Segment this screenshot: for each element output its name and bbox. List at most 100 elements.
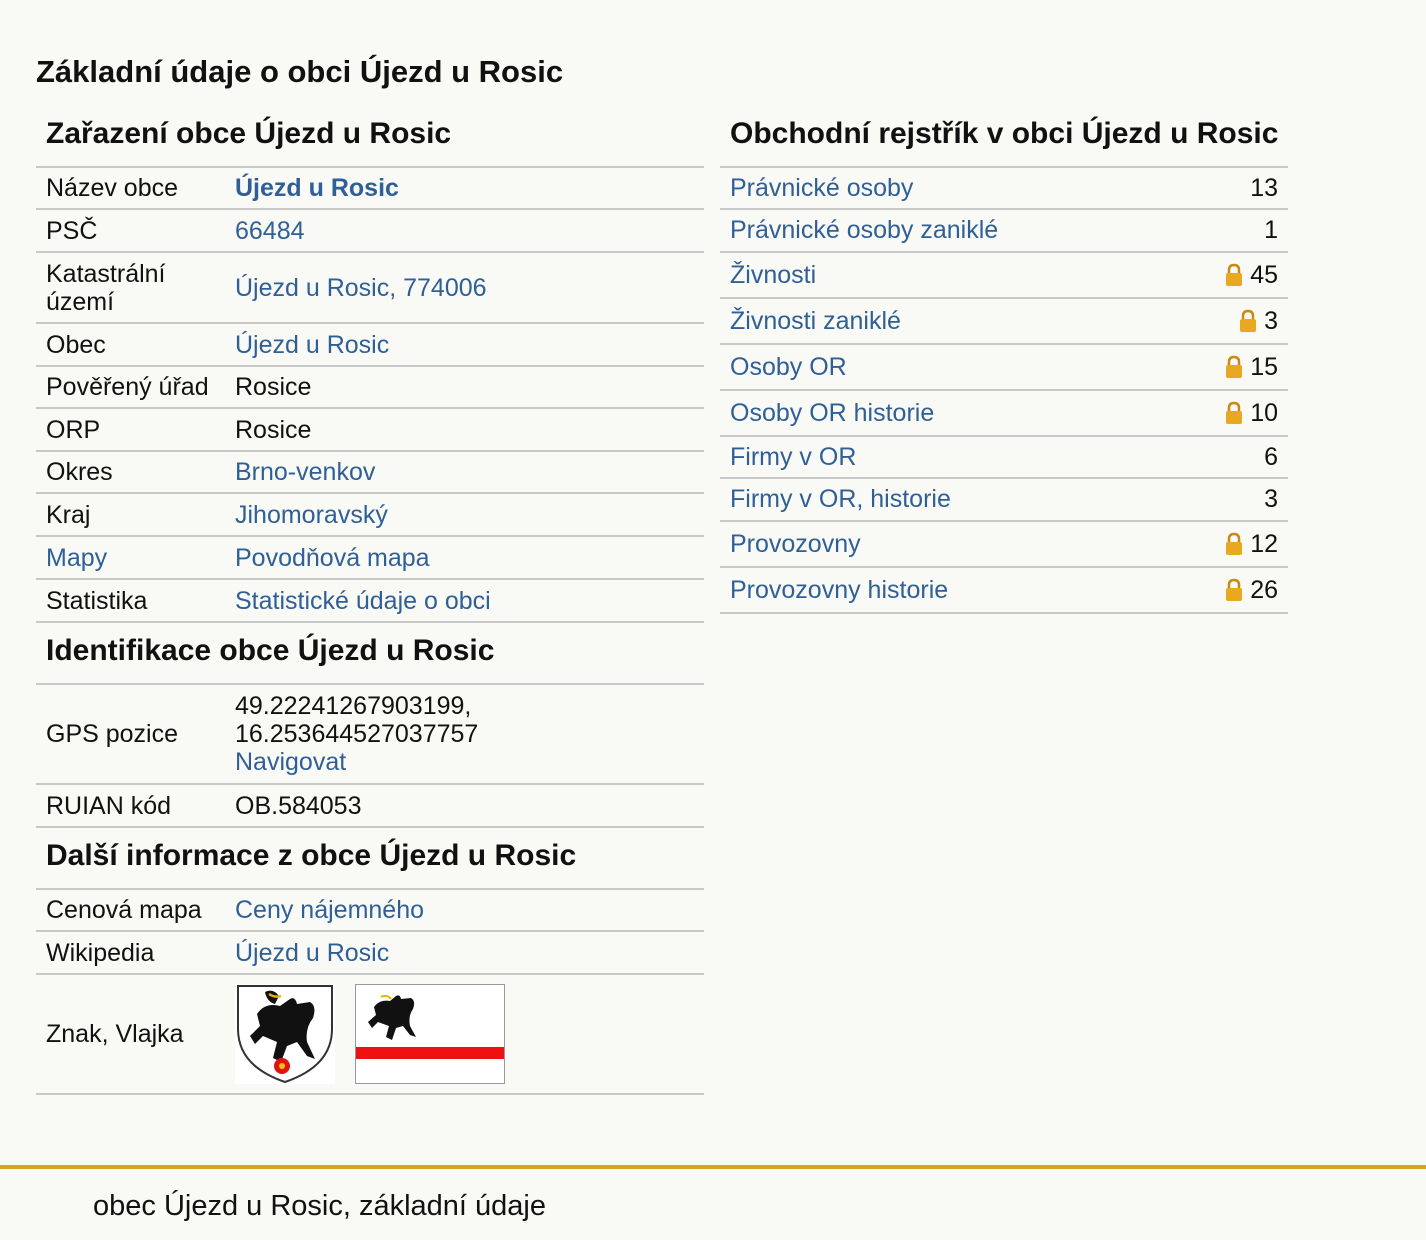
persons-or-count-value: 15: [1250, 352, 1278, 381]
cadastral-area-link[interactable]: Újezd u Rosic, 774006: [235, 274, 704, 302]
row-price-map: Cenová mapa Ceny nájemného: [36, 890, 704, 932]
register-row-legal-entities-defunct: Právnické osoby zaniklé 1: [720, 210, 1288, 253]
row-label: Katastrální území: [46, 259, 166, 316]
statistics-link[interactable]: Statistické údaje o obci: [235, 587, 704, 615]
companies-or-history-count: 3: [1264, 485, 1278, 513]
row-label: Název obce: [46, 174, 179, 202]
trades-defunct-count: 3: [1238, 307, 1278, 336]
row-wikipedia: Wikipedia Újezd u Rosic: [36, 932, 704, 975]
row-postal-code: PSČ 66484: [36, 210, 704, 253]
lock-icon[interactable]: [1224, 532, 1244, 556]
legal-entities-defunct-link[interactable]: Právnické osoby zaniklé: [730, 216, 998, 245]
flood-map-link[interactable]: Povodňová mapa: [235, 544, 704, 572]
companies-or-link[interactable]: Firmy v OR: [730, 443, 856, 472]
business-register-heading: Obchodní rejstřík v obci Újezd u Rosic: [720, 112, 1288, 168]
gps-latitude: 49.22241267903199,: [235, 692, 472, 720]
gps-longitude: 16.253644527037757: [235, 720, 479, 748]
register-row-persons-or: Osoby OR 15: [720, 345, 1288, 391]
row-district: Okres Brno-venkov: [36, 452, 704, 494]
region-link[interactable]: Jihomoravský: [235, 501, 704, 529]
persons-or-history-link[interactable]: Osoby OR historie: [730, 399, 934, 428]
premises-history-count-value: 26: [1250, 575, 1278, 604]
row-label: PSČ: [46, 216, 98, 245]
footer-divider: [0, 1165, 1426, 1169]
row-cadastral-area: Katastrální území Újezd u Rosic, 774006: [36, 253, 704, 324]
register-row-companies-or: Firmy v OR 6: [720, 437, 1288, 479]
more-info-heading: Další informace z obce Újezd u Rosic: [36, 828, 704, 890]
municipality-name-link[interactable]: Újezd u Rosic: [235, 174, 704, 202]
gps-value: 49.22241267903199, 16.253644527037757 Na…: [235, 692, 704, 776]
lock-icon[interactable]: [1224, 401, 1244, 425]
row-statistics: Statistika Statistické údaje o obci: [36, 580, 704, 623]
register-row-companies-or-history: Firmy v OR, historie 3: [720, 479, 1288, 522]
lock-icon[interactable]: [1224, 578, 1244, 602]
premises-link[interactable]: Provozovny: [730, 530, 861, 559]
row-region: Kraj Jihomoravský: [36, 494, 704, 537]
classification-heading: Zařazení obce Újezd u Rosic: [36, 112, 704, 168]
register-row-trades-defunct: Živnosti zaniklé 3: [720, 299, 1288, 345]
register-row-premises: Provozovny 12: [720, 522, 1288, 568]
orp-value: Rosice: [235, 415, 312, 444]
persons-or-history-count-value: 10: [1250, 398, 1278, 427]
emblems: [235, 984, 704, 1084]
register-row-legal-entities: Právnické osoby 13: [720, 168, 1288, 210]
row-authorized-office: Pověřený úřad Rosice: [36, 367, 704, 409]
business-register-panel: Obchodní rejstřík v obci Újezd u Rosic P…: [720, 112, 1288, 614]
price-map-label: Cenová mapa: [46, 896, 202, 924]
ruian-value: OB.584053: [235, 791, 362, 820]
persons-or-count: 15: [1224, 353, 1278, 382]
row-label: ORP: [46, 415, 101, 444]
row-maps: Mapy Povodňová mapa: [36, 537, 704, 580]
companies-or-count: 6: [1264, 442, 1278, 471]
register-row-premises-history: Provozovny historie 26: [720, 568, 1288, 614]
lock-icon[interactable]: [1238, 309, 1258, 333]
page-title: Základní údaje o obci Újezd u Rosic: [36, 54, 564, 89]
emblem-label: Znak, Vlajka: [46, 1020, 184, 1048]
coat-of-arms-image[interactable]: [235, 984, 335, 1084]
premises-count: 12: [1224, 530, 1278, 559]
row-label: Statistika: [46, 586, 148, 615]
postal-code-link[interactable]: 66484: [235, 217, 704, 245]
row-municipality: Obec Újezd u Rosic: [36, 324, 704, 367]
premises-history-link[interactable]: Provozovny historie: [730, 576, 948, 605]
authorized-office-value: Rosice: [235, 373, 312, 401]
district-link[interactable]: Brno-venkov: [235, 458, 704, 486]
row-ruian: RUIAN kód OB.584053: [36, 785, 704, 828]
persons-or-history-count: 10: [1224, 399, 1278, 428]
navigate-link[interactable]: Navigovat: [235, 748, 704, 776]
rent-prices-link[interactable]: Ceny nájemného: [235, 896, 704, 924]
flag-image[interactable]: [355, 984, 505, 1084]
gps-label: GPS pozice: [46, 720, 179, 748]
lock-icon[interactable]: [1224, 355, 1244, 379]
register-row-trades: Živnosti 45: [720, 253, 1288, 299]
trades-link[interactable]: Živnosti: [730, 261, 816, 290]
trades-defunct-count-value: 3: [1264, 306, 1278, 335]
wikipedia-link[interactable]: Újezd u Rosic: [235, 939, 704, 967]
row-label: Obec: [46, 330, 106, 359]
wikipedia-label: Wikipedia: [46, 938, 155, 967]
persons-or-link[interactable]: Osoby OR: [730, 353, 847, 382]
trades-count: 45: [1224, 261, 1278, 290]
companies-or-history-link[interactable]: Firmy v OR, historie: [730, 485, 951, 514]
legal-entities-defunct-count: 1: [1264, 216, 1278, 244]
legal-entities-link[interactable]: Právnické osoby: [730, 174, 913, 203]
trades-defunct-link[interactable]: Živnosti zaniklé: [730, 307, 901, 336]
row-orp: ORP Rosice: [36, 409, 704, 452]
row-label: Okres: [46, 458, 113, 486]
row-label: Kraj: [46, 500, 91, 529]
row-label: Pověřený úřad: [46, 373, 209, 401]
row-municipality-name: Název obce Újezd u Rosic: [36, 168, 704, 210]
ruian-label: RUIAN kód: [46, 791, 172, 820]
lock-icon[interactable]: [1224, 263, 1244, 287]
municipality-info-panel: Zařazení obce Újezd u Rosic Název obce Ú…: [36, 112, 704, 1095]
premises-history-count: 26: [1224, 576, 1278, 605]
legal-entities-count: 13: [1250, 173, 1278, 202]
row-emblems: Znak, Vlajka: [36, 975, 704, 1095]
municipality-link[interactable]: Újezd u Rosic: [235, 331, 704, 359]
footer-text: obec Újezd u Rosic, základní údaje: [93, 1190, 546, 1222]
identification-heading: Identifikace obce Újezd u Rosic: [36, 623, 704, 685]
trades-count-value: 45: [1250, 260, 1278, 289]
premises-count-value: 12: [1250, 529, 1278, 558]
maps-link[interactable]: Mapy: [36, 544, 235, 572]
row-gps: GPS pozice 49.22241267903199, 16.2536445…: [36, 685, 704, 785]
